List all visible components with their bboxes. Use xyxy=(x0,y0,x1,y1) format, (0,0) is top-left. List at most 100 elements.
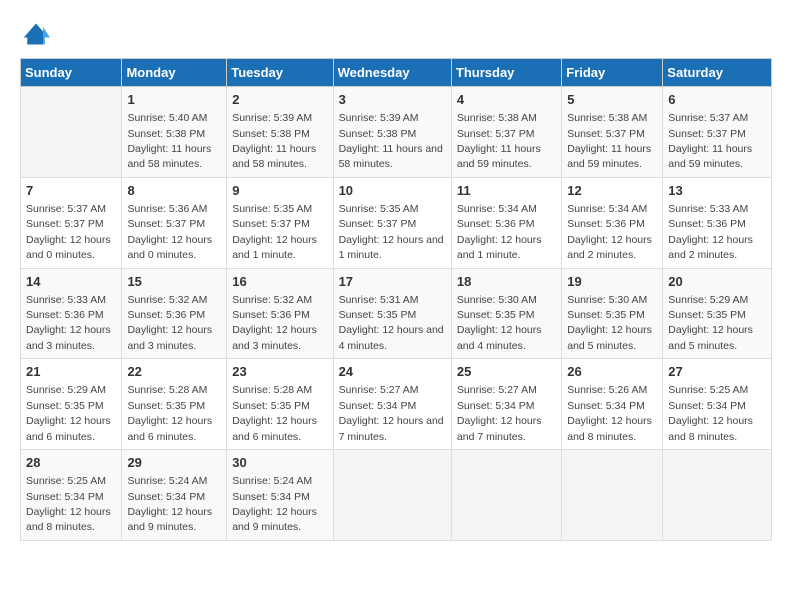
day-info: Sunrise: 5:36 AM Sunset: 5:37 PM Dayligh… xyxy=(127,203,212,261)
calendar-cell: 7 Sunrise: 5:37 AM Sunset: 5:37 PM Dayli… xyxy=(21,177,122,268)
day-info: Sunrise: 5:35 AM Sunset: 5:37 PM Dayligh… xyxy=(339,203,444,261)
day-info: Sunrise: 5:25 AM Sunset: 5:34 PM Dayligh… xyxy=(668,384,753,442)
day-info: Sunrise: 5:30 AM Sunset: 5:35 PM Dayligh… xyxy=(567,294,652,352)
day-number: 1 xyxy=(127,91,221,109)
day-number: 12 xyxy=(567,182,657,200)
day-number: 3 xyxy=(339,91,446,109)
day-number: 22 xyxy=(127,363,221,381)
day-info: Sunrise: 5:24 AM Sunset: 5:34 PM Dayligh… xyxy=(127,475,212,533)
day-info: Sunrise: 5:29 AM Sunset: 5:35 PM Dayligh… xyxy=(668,294,753,352)
calendar-cell: 29 Sunrise: 5:24 AM Sunset: 5:34 PM Dayl… xyxy=(122,450,227,541)
calendar-cell: 4 Sunrise: 5:38 AM Sunset: 5:37 PM Dayli… xyxy=(451,87,561,178)
day-number: 13 xyxy=(668,182,766,200)
calendar-cell: 11 Sunrise: 5:34 AM Sunset: 5:36 PM Dayl… xyxy=(451,177,561,268)
calendar-cell xyxy=(333,450,451,541)
day-info: Sunrise: 5:37 AM Sunset: 5:37 PM Dayligh… xyxy=(26,203,111,261)
day-number: 8 xyxy=(127,182,221,200)
calendar-cell: 23 Sunrise: 5:28 AM Sunset: 5:35 PM Dayl… xyxy=(227,359,333,450)
day-info: Sunrise: 5:40 AM Sunset: 5:38 PM Dayligh… xyxy=(127,112,211,170)
day-number: 19 xyxy=(567,273,657,291)
calendar-cell xyxy=(562,450,663,541)
calendar-cell: 9 Sunrise: 5:35 AM Sunset: 5:37 PM Dayli… xyxy=(227,177,333,268)
header-day: Monday xyxy=(122,59,227,87)
day-number: 30 xyxy=(232,454,327,472)
day-number: 18 xyxy=(457,273,556,291)
day-info: Sunrise: 5:30 AM Sunset: 5:35 PM Dayligh… xyxy=(457,294,542,352)
day-number: 9 xyxy=(232,182,327,200)
day-info: Sunrise: 5:26 AM Sunset: 5:34 PM Dayligh… xyxy=(567,384,652,442)
day-number: 4 xyxy=(457,91,556,109)
header-row: SundayMondayTuesdayWednesdayThursdayFrid… xyxy=(21,59,772,87)
day-number: 15 xyxy=(127,273,221,291)
calendar-body: 1 Sunrise: 5:40 AM Sunset: 5:38 PM Dayli… xyxy=(21,87,772,541)
day-info: Sunrise: 5:27 AM Sunset: 5:34 PM Dayligh… xyxy=(457,384,542,442)
calendar-cell: 12 Sunrise: 5:34 AM Sunset: 5:36 PM Dayl… xyxy=(562,177,663,268)
day-info: Sunrise: 5:33 AM Sunset: 5:36 PM Dayligh… xyxy=(668,203,753,261)
calendar-cell: 22 Sunrise: 5:28 AM Sunset: 5:35 PM Dayl… xyxy=(122,359,227,450)
calendar-cell: 6 Sunrise: 5:37 AM Sunset: 5:37 PM Dayli… xyxy=(663,87,772,178)
day-number: 14 xyxy=(26,273,116,291)
calendar-cell: 28 Sunrise: 5:25 AM Sunset: 5:34 PM Dayl… xyxy=(21,450,122,541)
calendar-cell xyxy=(451,450,561,541)
day-number: 26 xyxy=(567,363,657,381)
day-number: 16 xyxy=(232,273,327,291)
calendar-cell xyxy=(663,450,772,541)
calendar-cell: 25 Sunrise: 5:27 AM Sunset: 5:34 PM Dayl… xyxy=(451,359,561,450)
day-info: Sunrise: 5:38 AM Sunset: 5:37 PM Dayligh… xyxy=(457,112,541,170)
calendar-cell: 17 Sunrise: 5:31 AM Sunset: 5:35 PM Dayl… xyxy=(333,268,451,359)
day-info: Sunrise: 5:31 AM Sunset: 5:35 PM Dayligh… xyxy=(339,294,444,352)
day-info: Sunrise: 5:38 AM Sunset: 5:37 PM Dayligh… xyxy=(567,112,651,170)
calendar-cell: 19 Sunrise: 5:30 AM Sunset: 5:35 PM Dayl… xyxy=(562,268,663,359)
calendar-cell: 2 Sunrise: 5:39 AM Sunset: 5:38 PM Dayli… xyxy=(227,87,333,178)
header-day: Thursday xyxy=(451,59,561,87)
calendar-cell: 3 Sunrise: 5:39 AM Sunset: 5:38 PM Dayli… xyxy=(333,87,451,178)
calendar-cell: 24 Sunrise: 5:27 AM Sunset: 5:34 PM Dayl… xyxy=(333,359,451,450)
day-number: 2 xyxy=(232,91,327,109)
calendar-cell: 18 Sunrise: 5:30 AM Sunset: 5:35 PM Dayl… xyxy=(451,268,561,359)
day-info: Sunrise: 5:27 AM Sunset: 5:34 PM Dayligh… xyxy=(339,384,444,442)
header-day: Friday xyxy=(562,59,663,87)
calendar-cell: 20 Sunrise: 5:29 AM Sunset: 5:35 PM Dayl… xyxy=(663,268,772,359)
calendar-cell: 27 Sunrise: 5:25 AM Sunset: 5:34 PM Dayl… xyxy=(663,359,772,450)
page-header xyxy=(20,20,772,48)
calendar-row: 14 Sunrise: 5:33 AM Sunset: 5:36 PM Dayl… xyxy=(21,268,772,359)
day-info: Sunrise: 5:34 AM Sunset: 5:36 PM Dayligh… xyxy=(567,203,652,261)
day-info: Sunrise: 5:29 AM Sunset: 5:35 PM Dayligh… xyxy=(26,384,111,442)
day-info: Sunrise: 5:39 AM Sunset: 5:38 PM Dayligh… xyxy=(339,112,443,170)
day-number: 17 xyxy=(339,273,446,291)
day-info: Sunrise: 5:25 AM Sunset: 5:34 PM Dayligh… xyxy=(26,475,111,533)
calendar-cell xyxy=(21,87,122,178)
header-day: Saturday xyxy=(663,59,772,87)
header-day: Tuesday xyxy=(227,59,333,87)
day-number: 7 xyxy=(26,182,116,200)
day-number: 27 xyxy=(668,363,766,381)
day-info: Sunrise: 5:33 AM Sunset: 5:36 PM Dayligh… xyxy=(26,294,111,352)
calendar-row: 7 Sunrise: 5:37 AM Sunset: 5:37 PM Dayli… xyxy=(21,177,772,268)
header-day: Wednesday xyxy=(333,59,451,87)
calendar-cell: 30 Sunrise: 5:24 AM Sunset: 5:34 PM Dayl… xyxy=(227,450,333,541)
day-number: 6 xyxy=(668,91,766,109)
calendar-cell: 13 Sunrise: 5:33 AM Sunset: 5:36 PM Dayl… xyxy=(663,177,772,268)
calendar-row: 1 Sunrise: 5:40 AM Sunset: 5:38 PM Dayli… xyxy=(21,87,772,178)
calendar-cell: 1 Sunrise: 5:40 AM Sunset: 5:38 PM Dayli… xyxy=(122,87,227,178)
calendar-cell: 14 Sunrise: 5:33 AM Sunset: 5:36 PM Dayl… xyxy=(21,268,122,359)
calendar-cell: 15 Sunrise: 5:32 AM Sunset: 5:36 PM Dayl… xyxy=(122,268,227,359)
day-number: 29 xyxy=(127,454,221,472)
logo-icon xyxy=(20,20,52,48)
calendar-header: SundayMondayTuesdayWednesdayThursdayFrid… xyxy=(21,59,772,87)
day-number: 23 xyxy=(232,363,327,381)
day-info: Sunrise: 5:28 AM Sunset: 5:35 PM Dayligh… xyxy=(232,384,317,442)
calendar-cell: 21 Sunrise: 5:29 AM Sunset: 5:35 PM Dayl… xyxy=(21,359,122,450)
calendar-cell: 26 Sunrise: 5:26 AM Sunset: 5:34 PM Dayl… xyxy=(562,359,663,450)
day-number: 24 xyxy=(339,363,446,381)
calendar-cell: 8 Sunrise: 5:36 AM Sunset: 5:37 PM Dayli… xyxy=(122,177,227,268)
calendar-row: 21 Sunrise: 5:29 AM Sunset: 5:35 PM Dayl… xyxy=(21,359,772,450)
day-info: Sunrise: 5:32 AM Sunset: 5:36 PM Dayligh… xyxy=(232,294,317,352)
day-number: 5 xyxy=(567,91,657,109)
day-info: Sunrise: 5:24 AM Sunset: 5:34 PM Dayligh… xyxy=(232,475,317,533)
calendar-row: 28 Sunrise: 5:25 AM Sunset: 5:34 PM Dayl… xyxy=(21,450,772,541)
day-number: 20 xyxy=(668,273,766,291)
day-number: 28 xyxy=(26,454,116,472)
logo xyxy=(20,20,56,48)
day-info: Sunrise: 5:39 AM Sunset: 5:38 PM Dayligh… xyxy=(232,112,316,170)
